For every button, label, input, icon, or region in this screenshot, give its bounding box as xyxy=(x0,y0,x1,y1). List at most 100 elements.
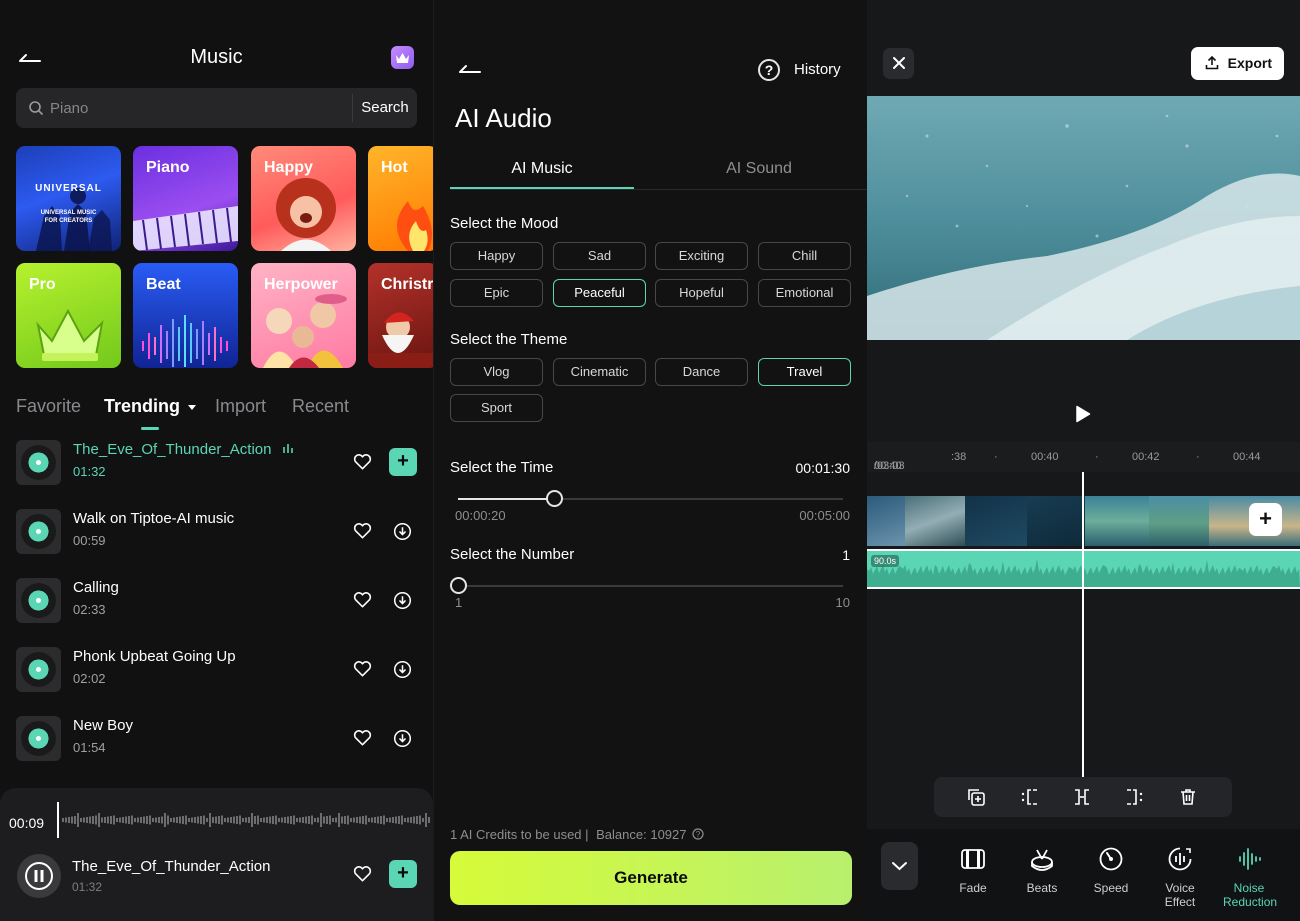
help-icon[interactable]: ? xyxy=(758,59,780,81)
tool-speed[interactable]: Speed xyxy=(1076,846,1146,895)
number-section-label: Select the Number xyxy=(450,546,575,563)
song-title: Calling xyxy=(73,579,119,596)
heart-icon[interactable] xyxy=(353,453,372,471)
video-preview[interactable] xyxy=(867,96,1300,340)
song-row[interactable]: New Boy 01:54 xyxy=(0,716,433,785)
heart-icon[interactable] xyxy=(353,591,372,609)
mood-chip-happy[interactable]: Happy xyxy=(450,242,543,270)
tool-beats[interactable]: Beats xyxy=(1007,846,1077,895)
mood-chip-chill[interactable]: Chill xyxy=(758,242,851,270)
tool-voice-effect[interactable]: Voice Effect xyxy=(1145,846,1215,909)
playhead[interactable] xyxy=(1082,472,1084,777)
info-icon[interactable]: ? xyxy=(692,828,704,840)
tab-import[interactable]: Import xyxy=(215,396,266,417)
generate-button[interactable]: Generate xyxy=(450,851,852,905)
theme-chip-vlog[interactable]: Vlog xyxy=(450,358,543,386)
beats-icon xyxy=(1031,849,1053,871)
category-tile-beat[interactable]: Beat xyxy=(133,263,238,368)
category-tile-universal[interactable]: UNIVERSAL UNIVERSAL MUSIC FOR CREATORS xyxy=(16,146,121,251)
premium-crown-icon[interactable] xyxy=(391,46,414,69)
tab-ai-music[interactable]: AI Music xyxy=(450,160,634,178)
collapse-button[interactable] xyxy=(881,842,918,890)
category-tile-hot[interactable]: Hot xyxy=(368,146,433,251)
export-icon xyxy=(1205,56,1219,70)
back-arrow-icon[interactable] xyxy=(458,58,482,78)
split-icon[interactable] xyxy=(1072,787,1092,807)
song-row[interactable]: Phonk Upbeat Going Up 02:02 xyxy=(0,647,433,716)
history-button[interactable]: History xyxy=(794,61,841,78)
theme-chip-cinematic[interactable]: Cinematic xyxy=(553,358,646,386)
video-frame-thumbnail xyxy=(965,496,1027,546)
chevron-down-icon xyxy=(892,862,907,871)
page-title: AI Audio xyxy=(455,103,552,133)
tool-fade[interactable]: Fade xyxy=(938,846,1008,895)
tool-fade-label: Fade xyxy=(959,881,987,895)
download-icon[interactable] xyxy=(393,660,412,679)
pause-button[interactable] xyxy=(17,854,61,898)
fade-icon xyxy=(961,849,985,869)
time-min-label: 00:00:20 xyxy=(455,508,506,523)
export-button[interactable]: Export xyxy=(1191,47,1284,80)
theme-section-label: Select the Theme xyxy=(450,331,568,348)
tab-ai-sound[interactable]: AI Sound xyxy=(667,160,851,178)
heart-icon[interactable] xyxy=(353,660,372,678)
ruler-mark: :38 xyxy=(951,451,967,463)
number-max-label: 10 xyxy=(835,595,850,610)
tile-label-pro: Pro xyxy=(29,276,56,293)
song-row[interactable]: Calling 02:33 xyxy=(0,578,433,647)
time-section-label: Select the Time xyxy=(450,459,554,476)
vinyl-disc-icon xyxy=(16,647,61,692)
category-tile-pro[interactable]: Pro xyxy=(16,263,121,368)
pause-icon xyxy=(25,862,53,890)
waveform-scrubber[interactable] xyxy=(57,802,431,838)
duplicate-icon[interactable] xyxy=(966,787,986,807)
tab-favorite[interactable]: Favorite xyxy=(16,396,81,417)
theme-chip-dance[interactable]: Dance xyxy=(655,358,748,386)
heart-icon[interactable] xyxy=(353,729,372,747)
download-icon[interactable] xyxy=(393,591,412,610)
trim-start-icon[interactable] xyxy=(1019,787,1039,807)
heart-icon[interactable] xyxy=(353,522,372,540)
ruler-mark: 00:44 xyxy=(1233,451,1261,463)
mood-chip-exciting[interactable]: Exciting xyxy=(655,242,748,270)
mood-chip-emotional[interactable]: Emotional xyxy=(758,279,851,307)
heart-icon[interactable] xyxy=(353,865,372,883)
noise-reduction-icon xyxy=(1239,848,1261,870)
add-clip-button[interactable]: + xyxy=(1249,503,1282,536)
number-slider-knob[interactable] xyxy=(450,577,467,594)
tab-recent[interactable]: Recent xyxy=(292,396,349,417)
category-tile-christmas[interactable]: Christr xyxy=(368,263,433,368)
category-tile-piano[interactable]: Piano xyxy=(133,146,238,251)
song-row[interactable]: The_Eve_Of_Thunder_Action 01:32 + xyxy=(0,440,433,509)
theme-chip-travel[interactable]: Travel xyxy=(758,358,851,386)
play-icon[interactable] xyxy=(1075,405,1091,423)
theme-chip-sport[interactable]: Sport xyxy=(450,394,543,422)
speed-icon xyxy=(1099,847,1123,871)
delete-icon[interactable] xyxy=(1178,787,1198,807)
search-input[interactable] xyxy=(50,88,340,128)
category-tile-herpower[interactable]: Herpower xyxy=(251,263,356,368)
mood-chip-hopeful[interactable]: Hopeful xyxy=(655,279,748,307)
tab-trending[interactable]: Trending xyxy=(104,396,197,417)
mood-section-label: Select the Mood xyxy=(450,215,559,232)
number-slider[interactable] xyxy=(450,577,843,594)
number-value: 1 xyxy=(842,547,850,563)
download-icon[interactable] xyxy=(393,729,412,748)
time-slider-fill xyxy=(458,498,555,500)
add-song-button[interactable]: + xyxy=(389,860,417,888)
close-button[interactable] xyxy=(883,48,914,79)
category-tile-happy[interactable]: Happy xyxy=(251,146,356,251)
mood-chip-sad[interactable]: Sad xyxy=(553,242,646,270)
search-button[interactable]: Search xyxy=(353,88,417,128)
time-slider[interactable] xyxy=(458,490,843,507)
mood-chip-epic[interactable]: Epic xyxy=(450,279,543,307)
mood-chip-peaceful[interactable]: Peaceful xyxy=(553,279,646,307)
number-min-label: 1 xyxy=(455,595,463,610)
tool-noise-reduction[interactable]: Noise Reduction xyxy=(1214,846,1284,909)
download-icon[interactable] xyxy=(393,522,412,541)
add-song-button[interactable]: + xyxy=(389,448,417,476)
time-slider-knob[interactable] xyxy=(546,490,564,507)
trim-end-icon[interactable] xyxy=(1125,787,1145,807)
active-tab-indicator xyxy=(450,187,634,189)
song-row[interactable]: Walk on Tiptoe-AI music 00:59 xyxy=(0,509,433,578)
